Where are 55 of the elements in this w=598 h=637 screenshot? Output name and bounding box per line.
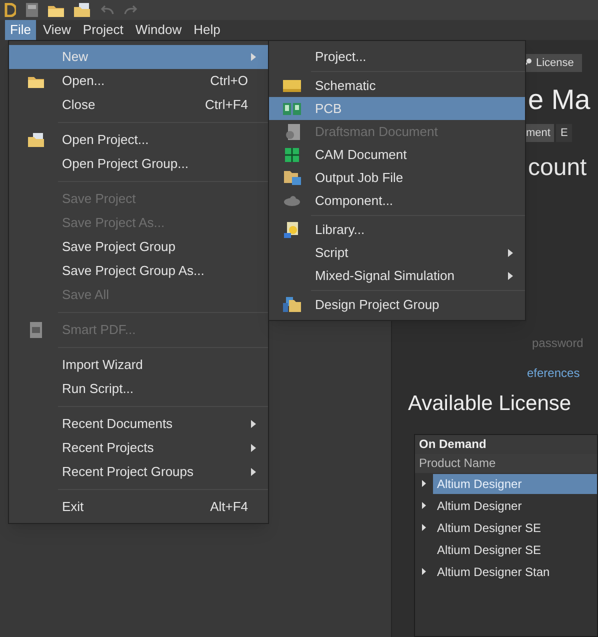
menu-item[interactable]: Import Wizard bbox=[9, 353, 268, 377]
section-title: Available License bbox=[408, 391, 572, 417]
folder-icon[interactable] bbox=[48, 4, 64, 16]
folder-icon bbox=[28, 74, 44, 88]
table-row[interactable]: Altium Designer bbox=[433, 496, 597, 516]
menu-item[interactable]: Recent Projects bbox=[9, 436, 268, 460]
menu-item[interactable]: Save Project Group As... bbox=[9, 259, 268, 283]
menu-item[interactable]: Open... Ctrl+O bbox=[9, 69, 268, 93]
section-title: count bbox=[528, 153, 587, 183]
folder-icon bbox=[284, 170, 300, 185]
folders-icon bbox=[28, 133, 44, 147]
menu-item[interactable]: Output Job File bbox=[269, 166, 525, 189]
menu-item[interactable]: Open Project Group... bbox=[9, 152, 268, 176]
page-title: e Ma bbox=[528, 83, 590, 117]
password-text: password bbox=[532, 335, 584, 352]
menu-item[interactable]: Run Script... bbox=[9, 377, 268, 401]
menu-item[interactable]: Script bbox=[269, 241, 525, 264]
group-header: On Demand bbox=[415, 434, 597, 454]
menu-bar-item[interactable]: View bbox=[38, 20, 76, 40]
expand-arrow-icon[interactable] bbox=[422, 502, 426, 509]
table-row[interactable]: Altium Designer Stan bbox=[433, 562, 597, 582]
table-row[interactable]: Altium Designer SE bbox=[433, 540, 597, 560]
menu-bar-item[interactable]: Project bbox=[78, 20, 128, 40]
menu-item[interactable]: Recent Project Groups bbox=[9, 460, 268, 484]
column-header: Product Name bbox=[415, 454, 597, 472]
library-icon bbox=[284, 222, 300, 238]
folders-icon[interactable] bbox=[74, 3, 90, 17]
menu-item[interactable]: Component... bbox=[269, 189, 525, 212]
menu-item[interactable]: Close Ctrl+F4 bbox=[9, 93, 268, 117]
menu-bar-item[interactable]: File bbox=[5, 20, 36, 40]
menu-item[interactable]: CAM Document bbox=[269, 143, 525, 166]
menu-bar-item[interactable]: Window bbox=[130, 20, 187, 40]
menu-item[interactable]: Open Project... bbox=[9, 128, 268, 152]
menu-item[interactable]: Schematic bbox=[269, 74, 525, 97]
expand-arrow-icon[interactable] bbox=[422, 524, 426, 531]
preferences-link[interactable]: eferences bbox=[527, 364, 580, 382]
folders-icon bbox=[283, 297, 301, 312]
sheet-icon bbox=[283, 80, 301, 92]
menu-item[interactable]: Save Project Group bbox=[9, 235, 268, 259]
menu-item[interactable]: Exit Alt+F4 bbox=[9, 495, 268, 519]
expand-arrow-icon[interactable] bbox=[422, 568, 426, 575]
menu-item[interactable]: Design Project Group bbox=[269, 293, 525, 316]
menu-item[interactable]: Library... bbox=[269, 218, 525, 241]
circuit-board-icon bbox=[283, 102, 301, 114]
expand-arrow-icon[interactable] bbox=[422, 480, 426, 487]
tab[interactable]: E bbox=[556, 124, 572, 142]
menu-bar-item[interactable]: Help bbox=[188, 20, 226, 40]
cloud-icon bbox=[284, 196, 300, 206]
app-logo-icon[interactable] bbox=[4, 3, 16, 17]
menu-item[interactable]: Mixed-Signal Simulation bbox=[269, 264, 525, 287]
document-icon bbox=[284, 124, 300, 140]
document-icon bbox=[28, 322, 42, 338]
table-row[interactable]: Altium Designer SE bbox=[433, 518, 597, 538]
grid-icon bbox=[285, 148, 299, 162]
menu-item[interactable]: Recent Documents bbox=[9, 412, 268, 436]
